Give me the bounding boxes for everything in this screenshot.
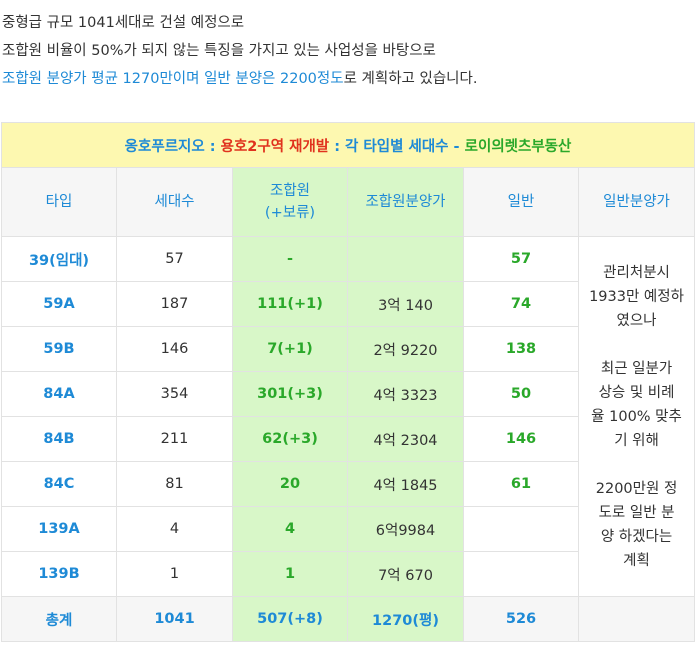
cell-members: - — [232, 236, 348, 282]
cell-member-price: 4억 2304 — [347, 416, 464, 462]
cell-general — [463, 506, 579, 552]
table-header-row: 타입 세대수 조합원 (+보류) 조합원분양가 일반 일반분양가 — [1, 167, 696, 237]
table-caption: 옹호푸르지오 : 용호2구역 재개발 : 각 타입별 세대수 - 로이의렛츠부동… — [0, 122, 696, 168]
note-line-7: 기 위해 — [614, 432, 659, 449]
cell-general: 57 — [463, 236, 579, 282]
note-line-1: 관리처분시 — [603, 264, 670, 281]
cell-members: 111(+1) — [232, 281, 348, 327]
cell-type: 139A — [1, 506, 117, 552]
cell-member-price: 6억9984 — [347, 506, 464, 552]
header-general-price: 일반분양가 — [577, 167, 696, 237]
caption-part-2: 용호2구역 재개발 — [220, 138, 330, 155]
cell-members: 62(+3) — [232, 416, 348, 462]
note-line-6: 율 100% 맞추 — [591, 408, 682, 425]
cell-general — [463, 551, 579, 597]
header-members-line-2: (+보류) — [264, 205, 316, 221]
cell-member-price: 7억 670 — [347, 551, 464, 597]
header-member-price: 조합원분양가 — [347, 167, 464, 237]
cell-type: 139B — [1, 551, 117, 597]
note-line-2: 1933만 예정하 — [589, 288, 684, 305]
cell-members: 301(+3) — [232, 371, 348, 417]
table-row: 39(임대) 57 - 57 관리처분시 1933만 예정하 였으나 최근 일분… — [1, 236, 696, 597]
total-general-price — [577, 596, 696, 642]
cell-general: 50 — [463, 371, 579, 417]
unit-type-table: 옹호푸르지오 : 용호2구역 재개발 : 각 타입별 세대수 - 로이의렛츠부동… — [0, 122, 696, 642]
header-general: 일반 — [463, 167, 579, 237]
cell-member-price: 2억 9220 — [347, 326, 464, 372]
intro-line-3-rest: 로 계획하고 있습니다. — [343, 71, 478, 87]
cell-households: 57 — [116, 236, 233, 282]
total-general: 526 — [463, 596, 579, 642]
header-members-line-1: 조합원 — [269, 183, 311, 199]
table-total-row: 총계 1041 507(+8) 1270(평) 526 — [1, 596, 696, 642]
cell-general: 61 — [463, 461, 579, 507]
cell-member-price: 3억 140 — [347, 281, 464, 327]
cell-member-price: 4억 3323 — [347, 371, 464, 417]
caption-part-1: 옹호푸르지오 : — [124, 138, 221, 155]
cell-members: 20 — [232, 461, 348, 507]
note-line-4: 최근 일분가 — [600, 360, 673, 377]
intro-text: 중형급 규모 1041세대로 건설 예정으로 조합원 비율이 50%가 되지 않… — [2, 9, 477, 93]
cell-members: 7(+1) — [232, 326, 348, 372]
cell-type: 84A — [1, 371, 117, 417]
caption-part-3: : 각 타입별 세대수 - — [329, 138, 465, 155]
note-line-11: 계획 — [623, 552, 650, 569]
cell-general: 74 — [463, 281, 579, 327]
header-households: 세대수 — [116, 167, 233, 237]
cell-households: 354 — [116, 371, 233, 417]
intro-line-2: 조합원 비율이 50%가 되지 않는 특징을 가지고 있는 사업성을 바탕으로 — [2, 43, 436, 59]
cell-members: 4 — [232, 506, 348, 552]
cell-type: 84B — [1, 416, 117, 462]
cell-member-price — [347, 236, 464, 282]
cell-households: 1 — [116, 551, 233, 597]
total-households: 1041 — [116, 596, 233, 642]
cell-type: 59B — [1, 326, 117, 372]
cell-members: 1 — [232, 551, 348, 597]
note-line-3: 였으나 — [616, 312, 657, 329]
total-members: 507(+8) — [232, 596, 348, 642]
cell-households: 81 — [116, 461, 233, 507]
cell-general: 138 — [463, 326, 579, 372]
cell-households: 187 — [116, 281, 233, 327]
cell-type: 39(임대) — [1, 236, 117, 282]
general-price-note: 관리처분시 1933만 예정하 였으나 최근 일분가 상승 및 비례 율 100… — [577, 236, 696, 597]
cell-households: 211 — [116, 416, 233, 462]
note-line-9: 도로 일반 분 — [598, 504, 675, 521]
intro-line-1: 중형급 규모 1041세대로 건설 예정으로 — [2, 15, 245, 31]
caption-part-4: 로이의렛츠부동산 — [464, 138, 572, 155]
intro-line-3-highlight: 조합원 분양가 평균 1270만이며 일반 분양은 2200정도 — [2, 71, 344, 87]
note-line-8: 2200만원 정 — [595, 480, 678, 497]
cell-type: 84C — [1, 461, 117, 507]
note-line-5: 상승 및 비례 — [598, 384, 675, 401]
table-caption-row: 옹호푸르지오 : 용호2구역 재개발 : 각 타입별 세대수 - 로이의렛츠부동… — [0, 122, 696, 168]
total-member-price: 1270(평) — [347, 596, 464, 642]
cell-type: 59A — [1, 281, 117, 327]
cell-member-price: 4억 1845 — [347, 461, 464, 507]
cell-households: 4 — [116, 506, 233, 552]
intro-line-3: 조합원 분양가 평균 1270만이며 일반 분양은 2200정도로 계획하고 있… — [2, 65, 477, 93]
cell-general: 146 — [463, 416, 579, 462]
header-type: 타입 — [1, 167, 117, 237]
total-label: 총계 — [1, 596, 117, 642]
note-line-10: 양 하겠다는 — [600, 528, 673, 545]
header-members: 조합원 (+보류) — [232, 167, 348, 237]
cell-households: 146 — [116, 326, 233, 372]
